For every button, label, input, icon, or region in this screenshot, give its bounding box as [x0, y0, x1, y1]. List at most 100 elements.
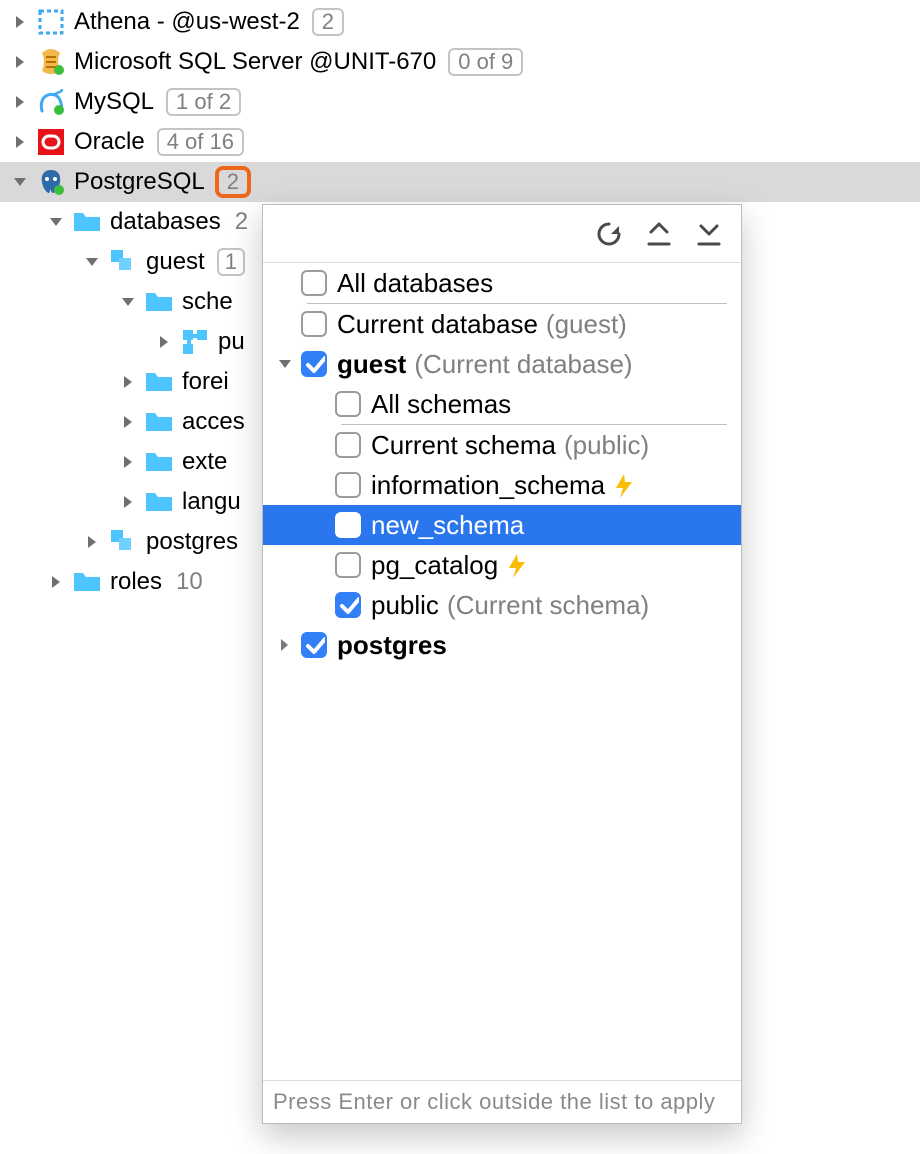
item-count: 2	[235, 208, 248, 236]
tree-item-label: PostgreSQL	[74, 168, 205, 196]
filter-label: guest	[337, 349, 406, 380]
chevron-right-icon[interactable]	[118, 412, 138, 432]
filter-label: Current database	[337, 309, 538, 340]
tree-item-mysql[interactable]: MySQL 1 of 2	[0, 82, 920, 122]
mysql-icon	[36, 87, 66, 117]
refresh-button[interactable]	[595, 220, 623, 248]
filter-label: public	[371, 590, 439, 621]
chevron-right-icon[interactable]	[10, 52, 30, 72]
tree-item-label: Microsoft SQL Server @UNIT-670	[74, 48, 436, 76]
chevron-right-icon[interactable]	[10, 92, 30, 112]
bolt-icon	[504, 554, 526, 576]
filter-db-postgres[interactable]: postgres	[263, 625, 741, 665]
oracle-icon	[36, 127, 66, 157]
checkbox[interactable]	[301, 351, 327, 377]
chevron-down-icon[interactable]	[273, 354, 297, 374]
folder-icon	[144, 407, 174, 437]
filter-suffix: (guest)	[546, 309, 627, 340]
filter-suffix: (public)	[564, 430, 649, 461]
filter-schema-new-schema[interactable]: new_schema	[263, 505, 741, 545]
chevron-right-icon[interactable]	[118, 372, 138, 392]
chevron-right-icon[interactable]	[154, 332, 174, 352]
popup-list: All databases Current database (guest) g…	[263, 263, 741, 1080]
filter-all-databases[interactable]: All databases	[263, 263, 741, 303]
folder-icon	[144, 367, 174, 397]
tree-item-mssql[interactable]: Microsoft SQL Server @UNIT-670 0 of 9	[0, 42, 920, 82]
filter-label: All databases	[337, 268, 493, 299]
filter-current-database[interactable]: Current database (guest)	[263, 304, 741, 344]
filter-label: Current schema	[371, 430, 556, 461]
chevron-right-icon[interactable]	[46, 572, 66, 592]
folder-icon	[144, 447, 174, 477]
filter-label: pg_catalog	[371, 550, 498, 581]
tree-item-oracle[interactable]: Oracle 4 of 16	[0, 122, 920, 162]
checkbox[interactable]	[335, 552, 361, 578]
filter-label: All schemas	[371, 389, 511, 420]
tree-item-label: forei	[182, 368, 229, 396]
popup-footer-hint: Press Enter or click outside the list to…	[263, 1080, 741, 1123]
tree-item-postgresql[interactable]: PostgreSQL 2	[0, 162, 920, 202]
tree-item-label: Oracle	[74, 128, 145, 156]
tree-item-label: exte	[182, 448, 227, 476]
chevron-right-icon[interactable]	[10, 12, 30, 32]
chevron-right-icon[interactable]	[118, 452, 138, 472]
filter-db-guest[interactable]: guest (Current database)	[263, 344, 741, 384]
filter-current-schema[interactable]: Current schema (public)	[263, 425, 741, 465]
filter-schema-public[interactable]: public (Current schema)	[263, 585, 741, 625]
chevron-down-icon[interactable]	[118, 292, 138, 312]
checkbox[interactable]	[301, 270, 327, 296]
checkbox[interactable]	[335, 432, 361, 458]
collapse-all-button[interactable]	[695, 220, 723, 248]
checkbox[interactable]	[335, 472, 361, 498]
athena-icon	[36, 7, 66, 37]
filter-schema-pg-catalog[interactable]: pg_catalog	[263, 545, 741, 585]
tree-item-label: sche	[182, 288, 233, 316]
checkbox[interactable]	[335, 512, 361, 538]
tree-item-label: langu	[182, 488, 241, 516]
folder-icon	[72, 207, 102, 237]
filter-label: new_schema	[371, 510, 524, 541]
popup-toolbar	[263, 205, 741, 263]
count-badge[interactable]: 1 of 2	[166, 88, 241, 116]
tree-item-label: guest	[146, 248, 205, 276]
checkbox[interactable]	[335, 391, 361, 417]
filter-schema-information-schema[interactable]: information_schema	[263, 465, 741, 505]
folder-icon	[144, 287, 174, 317]
schemas-stack-icon	[108, 247, 138, 277]
checkbox[interactable]	[301, 632, 327, 658]
count-badge[interactable]: 1	[217, 248, 245, 276]
chevron-right-icon[interactable]	[10, 132, 30, 152]
checkbox[interactable]	[335, 592, 361, 618]
schema-icon	[180, 327, 210, 357]
tree-item-label: MySQL	[74, 88, 154, 116]
count-badge[interactable]: 2	[217, 168, 249, 196]
filter-suffix: (Current database)	[414, 349, 632, 380]
tree-item-label: databases	[110, 208, 221, 236]
chevron-down-icon[interactable]	[82, 252, 102, 272]
count-badge[interactable]: 4 of 16	[157, 128, 244, 156]
postgres-icon	[36, 167, 66, 197]
tree-item-label: acces	[182, 408, 245, 436]
tree-item-athena[interactable]: Athena - @us-west-2 2	[0, 2, 920, 42]
bolt-icon	[611, 474, 633, 496]
tree-item-label: roles	[110, 568, 162, 596]
schema-filter-popup: All databases Current database (guest) g…	[262, 204, 742, 1124]
chevron-down-icon[interactable]	[46, 212, 66, 232]
filter-all-schemas[interactable]: All schemas	[263, 384, 741, 424]
chevron-down-icon[interactable]	[10, 172, 30, 192]
chevron-right-icon[interactable]	[273, 635, 297, 655]
chevron-right-icon[interactable]	[82, 532, 102, 552]
checkbox[interactable]	[301, 311, 327, 337]
schemas-stack-icon	[108, 527, 138, 557]
filter-suffix: (Current schema)	[447, 590, 649, 621]
chevron-right-icon[interactable]	[118, 492, 138, 512]
count-badge[interactable]: 2	[312, 8, 344, 36]
filter-label: postgres	[337, 630, 447, 661]
folder-icon	[72, 567, 102, 597]
tree-item-label: Athena - @us-west-2	[74, 8, 300, 36]
tree-item-label: pu	[218, 328, 245, 356]
item-count: 10	[176, 568, 203, 596]
count-badge[interactable]: 0 of 9	[448, 48, 523, 76]
folder-icon	[144, 487, 174, 517]
expand-all-button[interactable]	[645, 220, 673, 248]
